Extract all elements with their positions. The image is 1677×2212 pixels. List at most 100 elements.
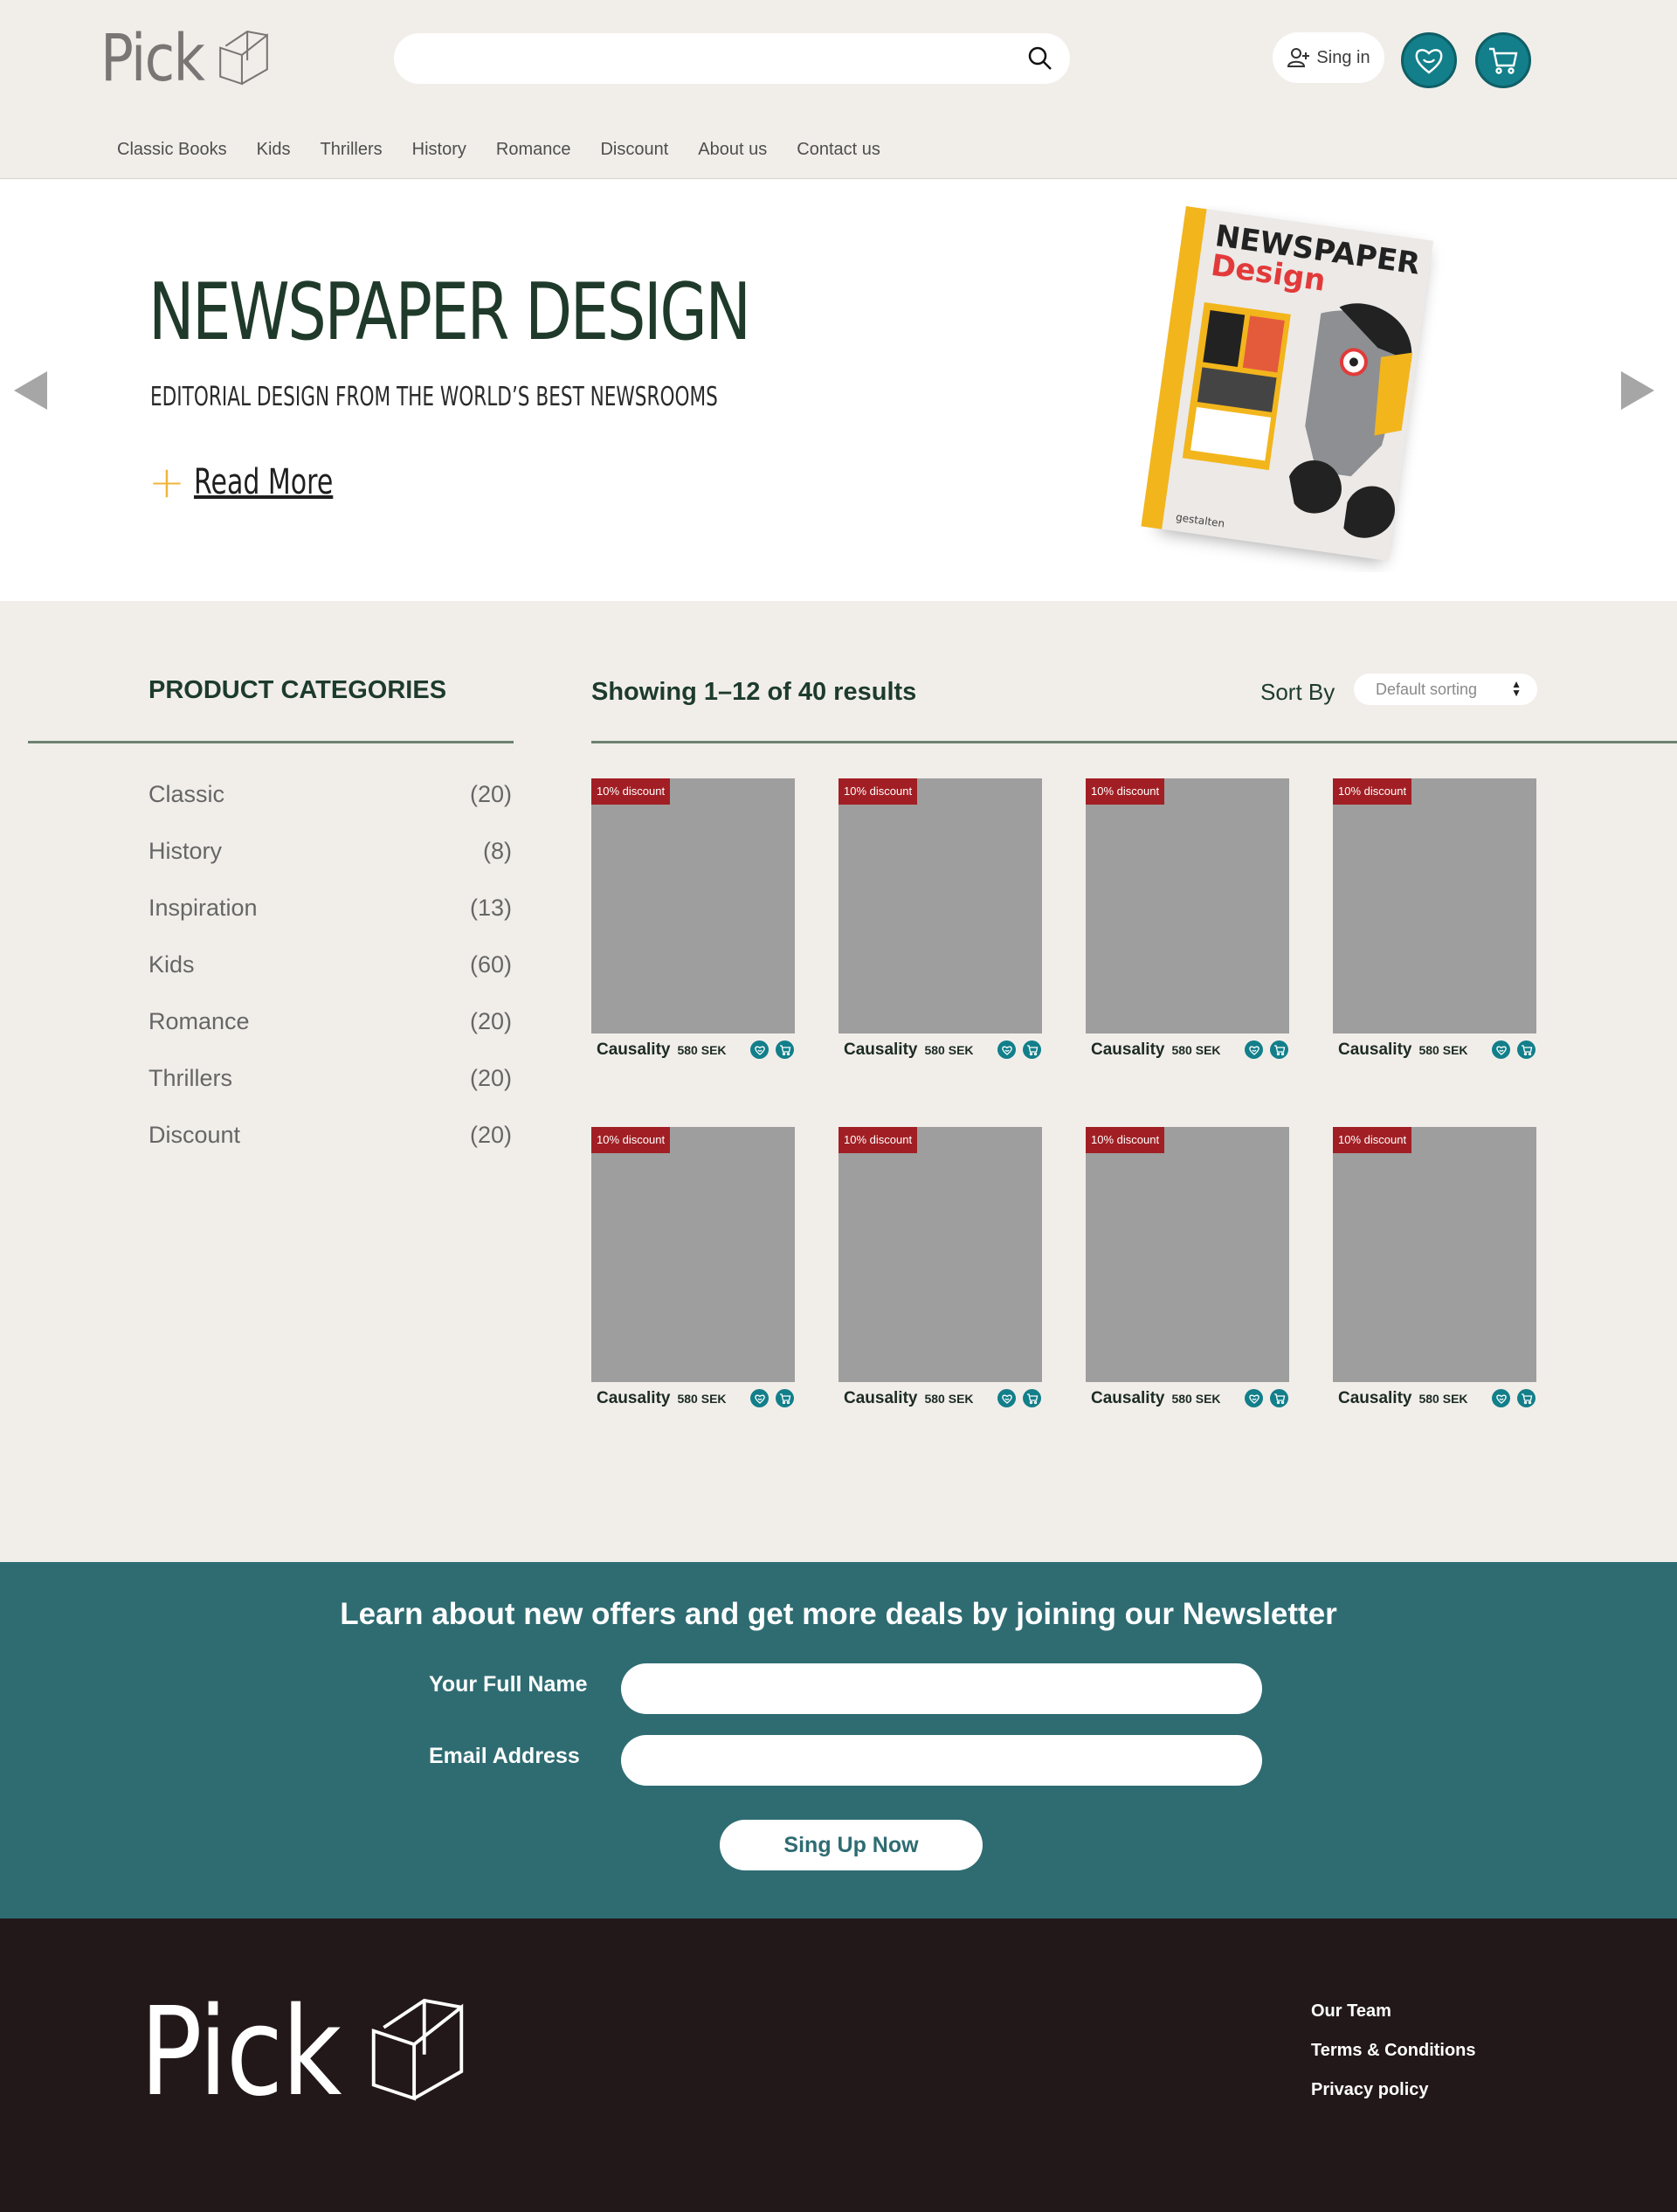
- sort-select[interactable]: Default sorting ▲ ▼: [1354, 674, 1537, 705]
- nav-classic-books[interactable]: Classic Books: [117, 140, 227, 160]
- product-actions: [750, 1389, 795, 1407]
- site-footer: Pick Our Team Terms & Conditions Privacy…: [0, 1918, 1677, 2212]
- product-title[interactable]: Causality: [844, 1389, 917, 1408]
- nav-kids[interactable]: Kids: [257, 140, 291, 160]
- product-price: 580 SEK: [677, 1391, 727, 1406]
- site-header: Pick Sing in Classic Books Kids Thriller…: [0, 0, 1677, 179]
- full-name-input[interactable]: [621, 1663, 1262, 1714]
- category-name: Inspiration: [148, 895, 258, 921]
- product-title[interactable]: Causality: [1091, 1389, 1164, 1408]
- nav-history[interactable]: History: [412, 140, 466, 160]
- product-info: Causality 580 SEK: [1333, 1382, 1536, 1414]
- book-icon: [219, 31, 268, 86]
- nav-discount[interactable]: Discount: [600, 140, 668, 160]
- add-to-cart-button[interactable]: [1023, 1389, 1041, 1407]
- nav-contact-us[interactable]: Contact us: [797, 140, 880, 160]
- cart-icon: [1273, 1393, 1285, 1404]
- sign-up-button[interactable]: Sing Up Now: [720, 1820, 983, 1870]
- read-more-link[interactable]: + Read More: [148, 460, 379, 504]
- add-to-cart-button[interactable]: [776, 1040, 794, 1059]
- add-to-cart-button[interactable]: [1270, 1389, 1288, 1407]
- product-image[interactable]: 10% discount: [591, 1127, 795, 1382]
- product-card[interactable]: 10% discount Causality 580 SEK: [1333, 1127, 1536, 1414]
- product-image[interactable]: 10% discount: [838, 778, 1042, 1033]
- product-info: Causality 580 SEK: [591, 1382, 795, 1414]
- product-title[interactable]: Causality: [844, 1040, 917, 1060]
- nav-romance[interactable]: Romance: [496, 140, 571, 160]
- product-image[interactable]: 10% discount: [1086, 778, 1289, 1033]
- arrow-right-icon[interactable]: [1621, 371, 1654, 410]
- footer-link-privacy[interactable]: Privacy policy: [1311, 2080, 1476, 2100]
- product-card[interactable]: 10% discount Causality 580 SEK: [1086, 1127, 1289, 1414]
- product-title[interactable]: Causality: [597, 1389, 670, 1408]
- product-card[interactable]: 10% discount Causality 580 SEK: [838, 1127, 1042, 1414]
- product-title[interactable]: Causality: [1338, 1040, 1411, 1060]
- product-price: 580 SEK: [1418, 1042, 1468, 1057]
- categories-title: PRODUCT CATEGORIES: [148, 676, 447, 704]
- product-price: 580 SEK: [924, 1391, 974, 1406]
- category-count: (60): [469, 951, 512, 978]
- category-name: Discount: [148, 1122, 241, 1148]
- category-romance[interactable]: Romance (20): [148, 1008, 512, 1065]
- user-plus-icon: [1287, 48, 1310, 67]
- add-to-cart-button[interactable]: [1517, 1040, 1536, 1059]
- results-divider: [591, 741, 1677, 743]
- add-to-wishlist-button[interactable]: [1245, 1389, 1263, 1407]
- product-image[interactable]: 10% discount: [1333, 1127, 1536, 1382]
- arrow-left-icon[interactable]: [14, 371, 47, 410]
- add-to-wishlist-button[interactable]: [1492, 1040, 1510, 1059]
- product-image[interactable]: 10% discount: [591, 778, 795, 1033]
- add-to-wishlist-button[interactable]: [997, 1389, 1016, 1407]
- category-history[interactable]: History (8): [148, 838, 512, 895]
- add-to-wishlist-button[interactable]: [997, 1040, 1016, 1059]
- book-cover-image[interactable]: NEWSPAPER Design gestalten: [1109, 205, 1476, 572]
- product-actions: [1492, 1040, 1536, 1059]
- product-title[interactable]: Causality: [1091, 1040, 1164, 1060]
- add-to-cart-button[interactable]: [1517, 1389, 1536, 1407]
- category-inspiration[interactable]: Inspiration (13): [148, 895, 512, 951]
- add-to-wishlist-button[interactable]: [1492, 1389, 1510, 1407]
- product-card[interactable]: 10% discount Causality 580 SEK: [1086, 778, 1289, 1066]
- add-to-cart-button[interactable]: [1023, 1040, 1041, 1059]
- product-info: Causality 580 SEK: [1333, 1033, 1536, 1066]
- nav-thrillers[interactable]: Thrillers: [321, 140, 383, 160]
- product-card[interactable]: 10% discount Causality 580 SEK: [591, 778, 795, 1066]
- product-image[interactable]: 10% discount: [838, 1127, 1042, 1382]
- add-to-wishlist-button[interactable]: [750, 1040, 769, 1059]
- category-kids[interactable]: Kids (60): [148, 951, 512, 1008]
- add-to-wishlist-button[interactable]: [750, 1389, 769, 1407]
- add-to-cart-button[interactable]: [1270, 1040, 1288, 1059]
- hero-subtitle: EDITORIAL DESIGN FROM THE WORLD’S BEST N…: [150, 382, 718, 412]
- add-to-cart-button[interactable]: [776, 1389, 794, 1407]
- add-to-wishlist-button[interactable]: [1245, 1040, 1263, 1059]
- product-title[interactable]: Causality: [1338, 1389, 1411, 1408]
- search-icon[interactable]: [1026, 45, 1054, 73]
- product-card[interactable]: 10% discount Causality 580 SEK: [591, 1127, 795, 1414]
- category-discount[interactable]: Discount (20): [148, 1122, 512, 1179]
- hero-title: NEWSPAPER DESIGN: [148, 266, 751, 358]
- cart-icon: [1489, 47, 1518, 74]
- search-bar[interactable]: [394, 33, 1070, 84]
- heart-smile-icon: [754, 1046, 765, 1055]
- cart-button[interactable]: [1475, 32, 1531, 88]
- product-grid: 10% discount Causality 580 SEK 10% disco…: [591, 778, 1537, 1414]
- product-image[interactable]: 10% discount: [1333, 778, 1536, 1033]
- footer-logo[interactable]: Pick: [140, 1992, 468, 2114]
- category-classic[interactable]: Classic (20): [148, 781, 512, 838]
- category-thrillers[interactable]: Thrillers (20): [148, 1065, 512, 1122]
- footer-link-our-team[interactable]: Our Team: [1311, 2001, 1476, 2022]
- logo-text: Pick: [100, 21, 205, 96]
- wishlist-button[interactable]: [1401, 32, 1457, 88]
- footer-link-terms[interactable]: Terms & Conditions: [1311, 2041, 1476, 2061]
- product-card[interactable]: 10% discount Causality 580 SEK: [838, 778, 1042, 1066]
- nav-about-us[interactable]: About us: [698, 140, 767, 160]
- product-title[interactable]: Causality: [597, 1040, 670, 1060]
- discount-badge: 10% discount: [1333, 1127, 1412, 1153]
- sign-in-button[interactable]: Sing in: [1273, 32, 1384, 83]
- product-card[interactable]: 10% discount Causality 580 SEK: [1333, 778, 1536, 1066]
- discount-badge: 10% discount: [838, 778, 918, 805]
- product-image[interactable]: 10% discount: [1086, 1127, 1289, 1382]
- logo[interactable]: Pick: [100, 26, 271, 91]
- email-input[interactable]: [621, 1735, 1262, 1786]
- category-count: (20): [469, 1122, 512, 1148]
